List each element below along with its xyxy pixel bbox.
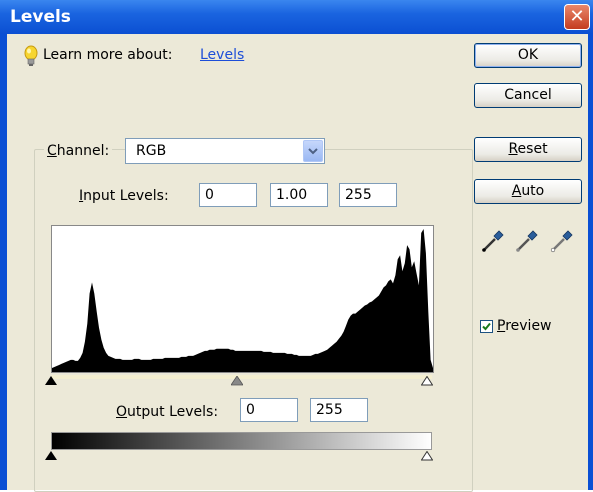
white-eyedropper-icon[interactable]	[550, 229, 574, 253]
input-black-field[interactable]	[199, 183, 257, 207]
output-white-field[interactable]	[310, 398, 368, 422]
input-gamma-field[interactable]	[270, 183, 328, 207]
histogram-panel	[51, 225, 434, 373]
output-black-slider-handle[interactable]	[45, 451, 57, 461]
learn-more-label: Learn more about:	[43, 47, 173, 63]
dropdown-button[interactable]	[303, 140, 323, 162]
window-title: Levels	[10, 7, 71, 27]
preview-label[interactable]: Preview	[497, 318, 552, 334]
input-white-field[interactable]	[339, 183, 397, 207]
title-bar[interactable]: Levels ✕	[0, 0, 593, 34]
output-black-field[interactable]	[240, 398, 298, 422]
input-gamma-slider-handle[interactable]	[231, 376, 243, 386]
input-levels-label: Input Levels:	[79, 188, 169, 204]
black-eyedropper-icon[interactable]	[481, 229, 505, 253]
output-white-slider-handle[interactable]	[421, 451, 433, 461]
cancel-button[interactable]: Cancel	[474, 83, 582, 108]
channel-select[interactable]: RGB	[125, 138, 325, 164]
ok-button[interactable]: OK	[474, 43, 582, 68]
lightbulb-icon	[24, 45, 38, 66]
auto-button[interactable]: Auto	[474, 179, 582, 204]
close-button[interactable]: ✕	[564, 4, 590, 30]
channel-label: Channel:	[44, 143, 113, 159]
dropdown-arrow-icon	[308, 148, 318, 155]
preview-checkbox[interactable]	[480, 320, 493, 333]
reset-button[interactable]: Reset	[474, 137, 582, 162]
output-levels-label: Output Levels:	[116, 404, 219, 420]
levels-dialog: Levels ✕ Learn more about: Levels Channe…	[0, 0, 593, 492]
histogram-curve	[52, 229, 433, 372]
close-icon: ✕	[569, 6, 585, 27]
histogram-chart	[52, 229, 433, 372]
levels-help-link[interactable]: Levels	[200, 47, 244, 63]
gray-eyedropper-icon[interactable]	[515, 229, 539, 253]
checkmark-icon	[482, 322, 491, 331]
channel-value: RGB	[136, 143, 167, 159]
input-black-slider-handle[interactable]	[45, 376, 57, 386]
output-gradient-bar[interactable]	[51, 432, 432, 450]
input-white-slider-handle[interactable]	[421, 376, 433, 386]
dialog-body: Learn more about: Levels Channel: RGB In…	[7, 34, 588, 492]
